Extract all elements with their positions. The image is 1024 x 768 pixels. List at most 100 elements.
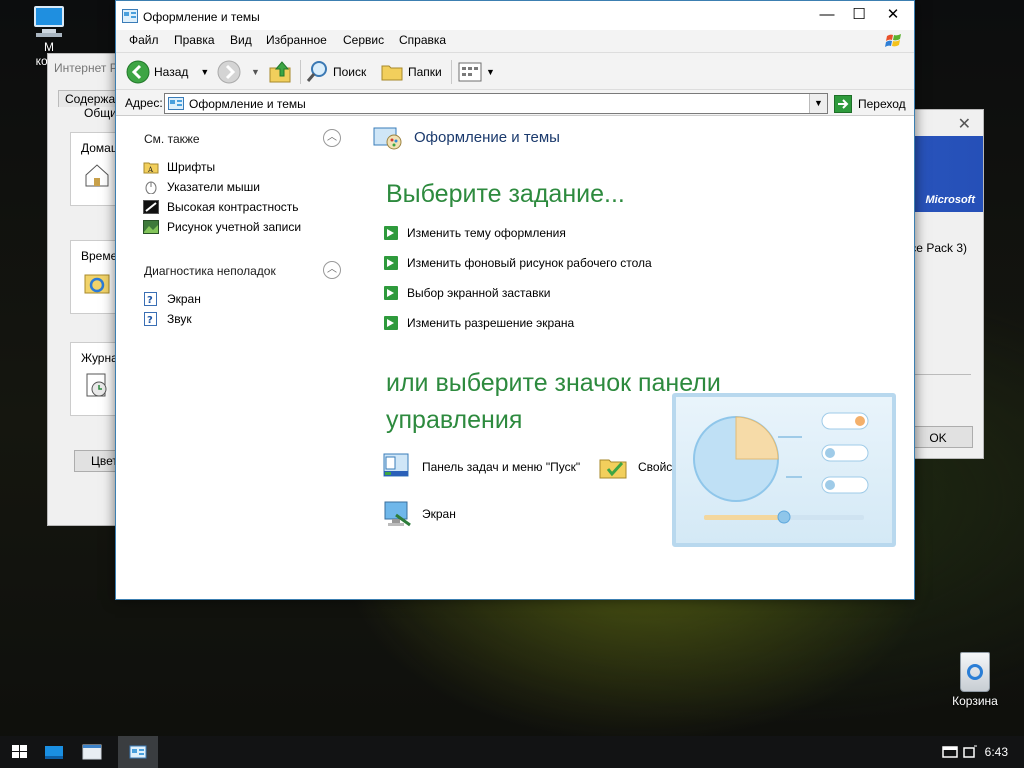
link-label: Звук	[167, 312, 192, 326]
cp-taskbar-start-menu[interactable]: Панель задач и меню "Пуск"	[382, 451, 580, 483]
menu-bar: Файл Правка Вид Избранное Сервис Справка	[116, 30, 914, 52]
tab-general[interactable]: Общи	[84, 106, 117, 120]
group-caption: Журна	[81, 351, 118, 365]
chevron-down-icon[interactable]: ▼	[486, 67, 495, 77]
menu-tools[interactable]: Сервис	[343, 33, 384, 47]
link-account-picture[interactable]: Рисунок учетной записи	[143, 219, 301, 235]
explorer-window: Оформление и темы — ☐ ✕ Файл Правка Вид …	[115, 0, 915, 600]
address-value: Оформление и темы	[189, 97, 306, 111]
chevron-down-icon[interactable]: ▼	[809, 94, 827, 113]
search-button[interactable]: Поиск	[305, 59, 366, 85]
folder-up-icon	[269, 61, 291, 83]
recycle-bin-icon	[957, 648, 993, 692]
window-app-icon	[45, 746, 63, 759]
menu-file[interactable]: Файл	[129, 33, 159, 47]
forward-button[interactable]: ▼	[217, 59, 260, 85]
windows-logo-icon	[885, 34, 901, 47]
close-icon[interactable]: ✕	[958, 114, 971, 134]
desktop-icon-recycle-bin[interactable]: Корзина	[940, 648, 1010, 708]
task-change-wallpaper[interactable]: Изменить фоновый рисунок рабочего стола	[384, 255, 652, 271]
task-screensaver[interactable]: Выбор экранной заставки	[384, 285, 550, 301]
go-button[interactable]: Переход	[834, 93, 906, 114]
cp-display[interactable]: Экран	[382, 498, 456, 530]
back-arrow-icon	[126, 60, 150, 84]
help-icon: ?	[144, 312, 157, 326]
link-troubleshoot-sound[interactable]: ? Звук	[143, 311, 192, 327]
folders-label: Папки	[408, 65, 442, 79]
search-icon	[306, 61, 327, 82]
cp-icon-label: Панель задач и меню "Пуск"	[422, 460, 581, 474]
task-label: Изменить фоновый рисунок рабочего стола	[407, 256, 652, 270]
green-arrow-icon	[384, 316, 398, 330]
up-button[interactable]	[268, 59, 294, 85]
pick-icon-heading-line1: или выберите значок панели	[386, 369, 721, 397]
close-button[interactable]: ✕	[876, 3, 910, 29]
address-field[interactable]: Оформление и темы ▼	[164, 93, 828, 114]
category-header: Оформление и темы	[372, 122, 560, 152]
window-app-icon	[82, 744, 102, 760]
back-button[interactable]: Назад ▼	[126, 59, 209, 85]
collapse-icon[interactable]: ︿	[323, 261, 341, 279]
taskbar: 6:43	[0, 736, 1024, 768]
go-arrow-icon	[834, 94, 852, 113]
menu-help[interactable]: Справка	[399, 33, 446, 47]
link-mouse-pointers[interactable]: Указатели мыши	[143, 179, 260, 195]
display-icon	[384, 501, 411, 527]
house-icon	[85, 164, 109, 187]
clock[interactable]: 6:43	[985, 745, 1008, 759]
maximize-button[interactable]: ☐	[842, 3, 876, 29]
menu-view[interactable]: Вид	[230, 33, 252, 47]
folder-options-icon	[599, 459, 627, 479]
brand-text: Microsoft	[925, 194, 976, 206]
troubleshoot-title: Диагностика неполадок	[144, 264, 276, 278]
title-bar[interactable]: Оформление и темы — ☐ ✕	[116, 1, 914, 31]
green-arrow-icon	[384, 286, 398, 300]
menu-favorites[interactable]: Избранное	[266, 33, 327, 47]
link-high-contrast[interactable]: Высокая контрастность	[143, 199, 299, 215]
link-troubleshoot-display[interactable]: ? Экран	[143, 291, 201, 307]
svg-text:A: A	[147, 166, 154, 174]
toolbar-separator	[451, 60, 452, 84]
task-label: Изменить тему оформления	[407, 226, 566, 240]
chevron-down-icon[interactable]: ▼	[200, 67, 209, 77]
link-label: Экран	[167, 292, 201, 306]
category-title: Оформление и темы	[414, 128, 560, 146]
history-icon	[86, 373, 107, 397]
forward-arrow-icon	[217, 60, 241, 84]
collapse-icon[interactable]: ︿	[323, 129, 341, 147]
fonts-folder-icon: A	[143, 162, 159, 174]
high-contrast-icon	[143, 200, 159, 214]
link-label: Указатели мыши	[167, 180, 260, 194]
toolbar: Назад ▼ ▼ Поиск Папки ▼	[116, 52, 914, 90]
cp-icon-label: Экран	[422, 507, 456, 521]
tab-content[interactable]: Содержа	[58, 90, 123, 107]
folders-button[interactable]: Папки	[380, 59, 442, 85]
control-panel-icon	[122, 9, 138, 23]
folders-icon	[381, 65, 403, 81]
views-button[interactable]: ▼	[458, 59, 495, 85]
appearance-themes-icon	[373, 127, 402, 150]
window-title: Оформление и темы	[143, 10, 260, 24]
pick-icon-heading-line2: управления	[386, 406, 523, 434]
taskbar-app-2[interactable]	[72, 736, 112, 768]
back-label: Назад	[154, 65, 189, 79]
minimize-button[interactable]: —	[810, 3, 844, 29]
menu-edit[interactable]: Правка	[174, 33, 215, 47]
svg-text:?: ?	[147, 315, 153, 326]
task-label: Выбор экранной заставки	[407, 286, 551, 300]
task-screen-resolution[interactable]: Изменить разрешение экрана	[384, 315, 574, 331]
ie-folder-icon	[84, 274, 110, 294]
green-arrow-icon	[384, 226, 398, 240]
taskbar-app-active[interactable]	[118, 736, 158, 768]
chevron-down-icon[interactable]: ▼	[251, 67, 260, 77]
tray-icons[interactable]	[940, 744, 980, 762]
link-fonts[interactable]: A Шрифты	[143, 159, 215, 175]
taskbar-app-1[interactable]	[34, 736, 74, 768]
computer-icon	[30, 6, 68, 38]
views-icon	[458, 62, 482, 82]
link-label: Высокая контрастность	[167, 200, 299, 214]
task-label: Изменить разрешение экрана	[407, 316, 575, 330]
task-change-theme[interactable]: Изменить тему оформления	[384, 225, 566, 241]
pick-task-heading: Выберите задание...	[386, 180, 625, 208]
green-arrow-icon	[384, 256, 398, 270]
